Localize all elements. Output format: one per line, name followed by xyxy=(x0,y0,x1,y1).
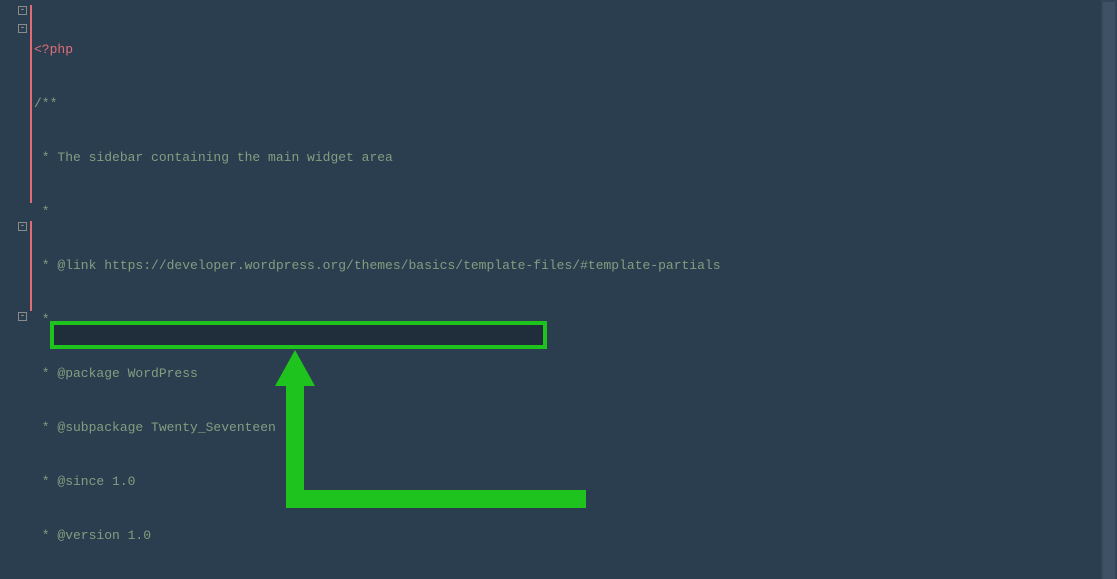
docblock-line: * @package WordPress xyxy=(34,366,198,381)
docblock-line: /** xyxy=(34,96,57,111)
docblock-line: * @link https://developer.wordpress.org/… xyxy=(34,258,721,273)
fold-toggle-icon[interactable]: - xyxy=(18,24,27,33)
fold-toggle-icon[interactable]: - xyxy=(18,222,27,231)
php-open-tag: <?php xyxy=(34,42,73,57)
minus-icon: - xyxy=(20,311,25,321)
minus-icon: - xyxy=(20,221,25,231)
fold-toggle-icon[interactable]: - xyxy=(18,6,27,15)
minus-icon: - xyxy=(20,23,25,33)
docblock-line: * The sidebar containing the main widget… xyxy=(34,150,393,165)
annotation-arrow-head-icon xyxy=(275,350,315,386)
code-editor[interactable]: - - - - <?php /** * The sidebar containi… xyxy=(0,0,1117,5)
docblock-line: * @subpackage Twenty_Seventeen xyxy=(34,420,276,435)
docblock-line: * xyxy=(34,312,50,327)
annotation-arrow-base xyxy=(286,490,586,508)
docblock-line: * @since 1.0 xyxy=(34,474,135,489)
change-bar xyxy=(30,5,32,203)
fold-toggle-icon[interactable]: - xyxy=(18,312,27,321)
minus-icon: - xyxy=(20,5,25,15)
scrollbar-thumb[interactable] xyxy=(1103,2,1115,579)
docblock-line: * @version 1.0 xyxy=(34,528,151,543)
scrollbar-vertical[interactable] xyxy=(1101,0,1117,579)
annotation-arrow-stem xyxy=(286,384,304,500)
change-bar xyxy=(30,221,32,311)
docblock-line: * xyxy=(34,204,50,219)
